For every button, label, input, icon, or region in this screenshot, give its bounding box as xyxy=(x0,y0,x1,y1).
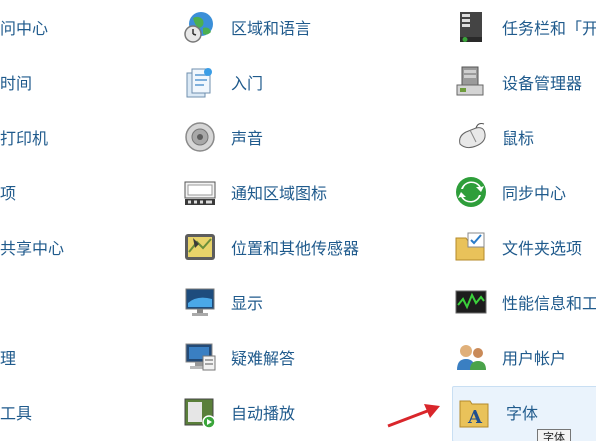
control-panel-item-sync-center[interactable]: 同步中心 xyxy=(454,174,566,210)
item-label: 访问中心 xyxy=(0,19,49,38)
control-panel-item-location-sensors[interactable]: 位置和其他传感器 xyxy=(183,229,359,265)
item-label: 选项 xyxy=(0,184,17,203)
control-panel-item-network-sharing[interactable]: 和共享中心 xyxy=(0,229,64,265)
item-label: 位置和其他传感器 xyxy=(231,239,360,258)
item-label: 任务栏和「开 xyxy=(502,19,596,38)
getting-started-icon xyxy=(183,65,217,99)
control-panel-item-display[interactable]: 显示 xyxy=(183,284,263,320)
item-label: 和时间 xyxy=(0,74,33,93)
fonts-folder-icon: A xyxy=(458,395,492,429)
control-panel-item-fonts[interactable]: A 字体 xyxy=(458,394,538,430)
control-panel-item-gadgets[interactable]: 小工具 xyxy=(0,394,32,430)
item-label: 文件夹选项 xyxy=(502,239,583,258)
location-sensor-icon xyxy=(183,230,217,264)
item-label: 和共享中心 xyxy=(0,239,65,258)
item-label: 管理 xyxy=(0,349,17,368)
red-arrow-icon xyxy=(387,404,440,428)
item-label: 显示 xyxy=(231,294,264,313)
item-label: 鼠标 xyxy=(502,129,535,148)
notification-tray-icon xyxy=(183,175,217,209)
item-label: 同步中心 xyxy=(502,184,567,203)
autoplay-icon xyxy=(183,395,217,429)
item-label: 设备管理器 xyxy=(502,74,583,93)
item-label: 自动播放 xyxy=(231,404,296,423)
control-panel-item-date-time[interactable]: 和时间 xyxy=(0,64,32,100)
item-label: 区域和语言 xyxy=(231,19,312,38)
control-panel-item-user-accounts[interactable]: 用户帐户 xyxy=(454,339,566,375)
control-panel-item-device-manager[interactable]: 设备管理器 xyxy=(454,64,582,100)
control-panel-item-devices-printers[interactable]: 和打印机 xyxy=(0,119,48,155)
taskbar-icon xyxy=(454,10,488,44)
control-panel-item-autoplay[interactable]: 自动播放 xyxy=(183,394,295,430)
control-panel-item-mouse[interactable]: 鼠标 xyxy=(454,119,534,155)
item-label: 声音 xyxy=(231,129,264,148)
speaker-icon xyxy=(183,120,217,154)
control-panel-item-troubleshooting[interactable]: 疑难解答 xyxy=(183,339,295,375)
item-label: 入门 xyxy=(231,74,264,93)
fonts-tooltip: 字体 xyxy=(537,429,571,441)
item-label: 字体 xyxy=(506,404,539,423)
item-label: 用户帐户 xyxy=(502,349,567,368)
item-label: 小工具 xyxy=(0,404,33,423)
control-panel-all-items: 访问中心 和时间 和打印机 选项 和共享中心 管理 小工具 区域和语言 xyxy=(0,0,596,441)
control-panel-item-taskbar-start[interactable]: 任务栏和「开 xyxy=(454,9,596,45)
folder-options-icon xyxy=(454,230,488,264)
troubleshooting-icon xyxy=(183,340,217,374)
item-label: 通知区域图标 xyxy=(231,184,328,203)
performance-icon xyxy=(454,285,488,319)
control-panel-item-options[interactable]: 选项 xyxy=(0,174,16,210)
control-panel-item-sound[interactable]: 声音 xyxy=(183,119,263,155)
control-panel-item-ease-of-access[interactable]: 访问中心 xyxy=(0,9,48,45)
item-label: 性能信息和工 xyxy=(502,294,596,313)
globe-clock-icon xyxy=(183,10,217,44)
control-panel-item-folder-options[interactable]: 文件夹选项 xyxy=(454,229,582,265)
item-label: 和打印机 xyxy=(0,129,49,148)
mouse-icon xyxy=(454,120,488,154)
control-panel-item-region-language[interactable]: 区域和语言 xyxy=(183,9,311,45)
display-icon xyxy=(183,285,217,319)
control-panel-item-getting-started[interactable]: 入门 xyxy=(183,64,263,100)
control-panel-item-notification-icons[interactable]: 通知区域图标 xyxy=(183,174,327,210)
svg-text:A: A xyxy=(467,407,483,428)
item-label: 疑难解答 xyxy=(231,349,296,368)
control-panel-item-admin-tools[interactable]: 管理 xyxy=(0,339,16,375)
sync-center-icon xyxy=(454,175,488,209)
control-panel-item-performance[interactable]: 性能信息和工 xyxy=(454,284,596,320)
user-accounts-icon xyxy=(454,340,488,374)
device-manager-icon xyxy=(454,65,488,99)
